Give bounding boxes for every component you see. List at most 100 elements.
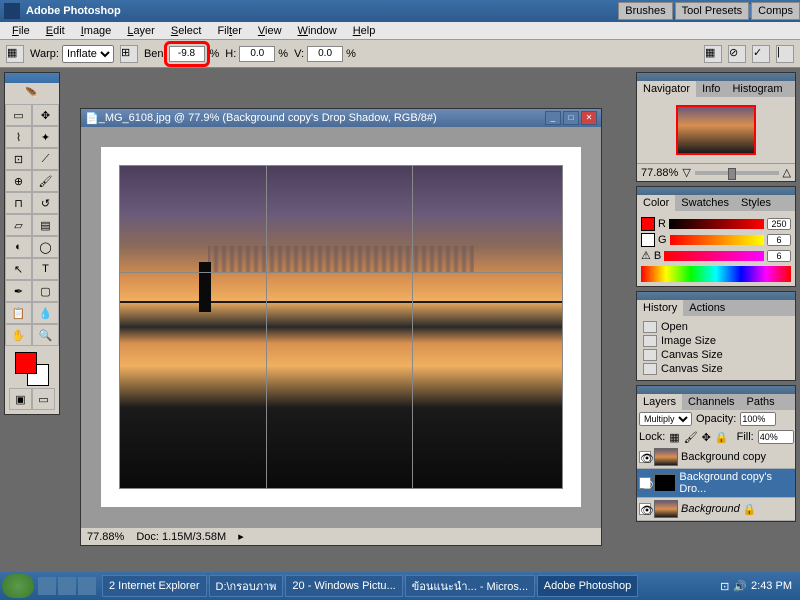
color-swatches[interactable] (15, 352, 49, 386)
spectrum-bar[interactable] (641, 266, 791, 282)
blend-mode-select[interactable]: Multiply (639, 412, 692, 426)
layer-thumbnail[interactable] (654, 448, 678, 466)
ql-ie-icon[interactable] (58, 577, 76, 595)
b-slider[interactable] (664, 251, 764, 261)
menu-window[interactable]: Window (290, 23, 345, 39)
eraser-tool[interactable]: ▱ (5, 214, 32, 236)
zoom-slider[interactable] (695, 171, 779, 175)
cancel-icon[interactable]: ⊘ (728, 45, 746, 63)
r-input[interactable] (767, 218, 791, 230)
tab-navigator[interactable]: Navigator (637, 81, 696, 97)
clock[interactable]: 2:43 PM (751, 580, 792, 592)
tab-swatches[interactable]: Swatches (675, 195, 735, 211)
brush-tool[interactable]: 🖌 (32, 170, 59, 192)
history-item[interactable]: Canvas Size (641, 362, 791, 376)
gradient-tool[interactable]: ▤ (32, 214, 59, 236)
heal-tool[interactable]: ⊕ (5, 170, 32, 192)
zoom-in-icon[interactable]: △ (783, 166, 791, 179)
task-item[interactable]: 2 Internet Explorer (102, 575, 207, 597)
task-item[interactable]: 20 - Windows Pictu... (285, 575, 402, 597)
screenmode-icon[interactable]: ▭ (32, 388, 55, 410)
tray-icon[interactable]: ⊡ (720, 580, 729, 593)
canvas[interactable] (101, 147, 581, 507)
menu-view[interactable]: View (250, 23, 290, 39)
document-titlebar[interactable]: 📄 _MG_6108.jpg @ 77.9% (Background copy'… (81, 109, 601, 127)
tab-comps[interactable]: Comps (751, 2, 800, 20)
tab-brushes[interactable]: Brushes (618, 2, 672, 20)
notes-tool[interactable]: 📋 (5, 302, 32, 324)
menu-file[interactable]: File (4, 23, 38, 39)
zoom-level[interactable]: 77.88% (87, 531, 124, 543)
history-item[interactable]: Image Size (641, 334, 791, 348)
shape-tool[interactable]: ▢ (32, 280, 59, 302)
toolbox-header[interactable] (5, 73, 59, 83)
slice-tool[interactable]: ⟋ (32, 148, 59, 170)
visibility-icon[interactable]: 👁 (639, 451, 651, 463)
history-brush-tool[interactable]: ↺ (32, 192, 59, 214)
color-fg-swatch[interactable] (641, 217, 655, 231)
tray-icon[interactable]: 🔊 (733, 580, 747, 593)
tab-history[interactable]: History (637, 300, 683, 316)
bend-input[interactable] (169, 46, 205, 62)
menu-image[interactable]: Image (73, 23, 120, 39)
visibility-icon[interactable]: 👁 (639, 503, 651, 515)
hand-tool[interactable]: ✋ (5, 324, 32, 346)
tab-channels[interactable]: Channels (682, 394, 740, 410)
panel-header[interactable] (637, 292, 795, 300)
layer-row[interactable]: 👁 Background 🔒 (637, 498, 795, 521)
zoom-out-icon[interactable]: ▽ (682, 166, 690, 179)
quickmask-icon[interactable]: ▣ (9, 388, 32, 410)
task-item[interactable]: ข้อนแนะนำ... - Micros... (405, 575, 535, 597)
tab-color[interactable]: Color (637, 195, 675, 211)
path-tool[interactable]: ↖ (5, 258, 32, 280)
warp-toggle-icon[interactable]: ▦ (704, 45, 722, 63)
warp-style-select[interactable]: Inflate (62, 45, 114, 63)
layer-row[interactable]: 👁 Background copy (637, 446, 795, 469)
opacity-input[interactable] (740, 412, 776, 426)
panel-header[interactable] (637, 73, 795, 81)
tab-actions[interactable]: Actions (683, 300, 731, 316)
ql-desktop-icon[interactable] (38, 577, 56, 595)
tab-info[interactable]: Info (696, 81, 726, 97)
menu-select[interactable]: Select (163, 23, 210, 39)
doc-minimize-button[interactable]: _ (545, 111, 561, 125)
wand-tool[interactable]: ✦ (32, 126, 59, 148)
eyedropper-tool[interactable]: 💧 (32, 302, 59, 324)
pen-tool[interactable]: ✒ (5, 280, 32, 302)
canvas-area[interactable] (81, 127, 601, 527)
menu-filter[interactable]: Filter (209, 23, 249, 39)
tab-paths[interactable]: Paths (741, 394, 781, 410)
task-item[interactable]: Adobe Photoshop (537, 575, 638, 597)
g-input[interactable] (767, 234, 791, 246)
layer-thumbnail[interactable] (654, 500, 678, 518)
history-item[interactable]: Open (641, 320, 791, 334)
crop-tool[interactable]: ⊡ (5, 148, 32, 170)
start-button[interactable] (2, 574, 34, 598)
status-arrow-icon[interactable]: ▸ (238, 530, 244, 543)
g-slider[interactable] (670, 235, 764, 245)
stamp-tool[interactable]: ⊓ (5, 192, 32, 214)
photo-layer[interactable] (119, 165, 563, 489)
move-tool[interactable]: ✥ (32, 104, 59, 126)
panel-header[interactable] (637, 386, 795, 394)
tab-layers[interactable]: Layers (637, 394, 682, 410)
lasso-tool[interactable]: ⌇ (5, 126, 32, 148)
blur-tool[interactable]: ◐ (5, 236, 32, 258)
nav-zoom[interactable]: 77.88% (641, 167, 678, 179)
type-tool[interactable]: T (32, 258, 59, 280)
lock-all-icon[interactable]: 🔒 (715, 431, 729, 444)
v-input[interactable] (307, 46, 343, 62)
b-input[interactable] (767, 250, 791, 262)
orientation-icon[interactable]: ⊞ (120, 45, 138, 63)
commit-icon[interactable]: ✓ (752, 45, 770, 63)
zoom-tool[interactable]: 🔍 (32, 324, 59, 346)
panel-header[interactable] (637, 187, 795, 195)
doc-close-button[interactable]: ✕ (581, 111, 597, 125)
foreground-color[interactable] (15, 352, 37, 374)
navigator-thumbnail[interactable] (676, 105, 756, 155)
r-slider[interactable] (669, 219, 764, 229)
fill-input[interactable] (758, 430, 794, 444)
tool-preset-icon[interactable]: ▦ (6, 45, 24, 63)
marquee-tool[interactable]: ▭ (5, 104, 32, 126)
visibility-icon[interactable]: 👁 (639, 477, 651, 489)
